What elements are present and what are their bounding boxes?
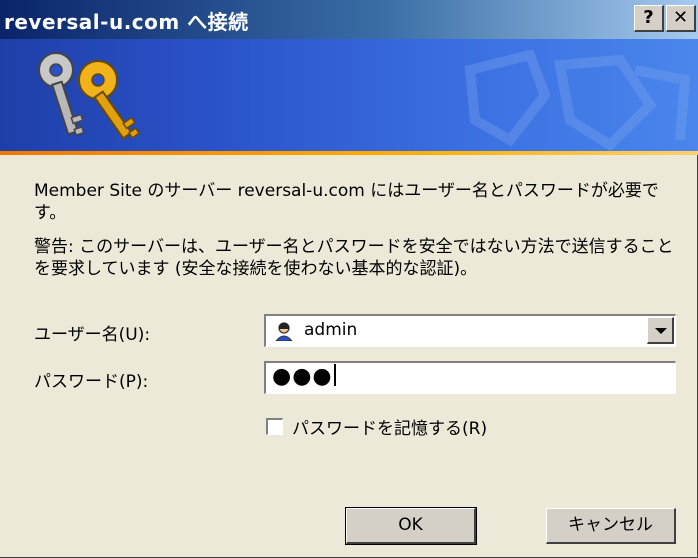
text-caret: [333, 364, 336, 386]
login-dialog: reversal-u.com へ接続 ? ✕ Member Site のサーバー…: [0, 0, 698, 558]
close-button[interactable]: ✕: [666, 5, 696, 32]
window-title: reversal-u.com へ接続: [4, 10, 249, 34]
remember-password-checkbox[interactable]: [266, 418, 283, 435]
title-bar[interactable]: reversal-u.com へ接続 ? ✕: [0, 0, 698, 39]
banner-accent-line: [0, 151, 698, 155]
username-value: admin: [304, 320, 358, 340]
security-warning: 警告: このサーバーは、ユーザー名とパスワードを安全ではない方法で送信することを…: [34, 237, 674, 279]
username-combobox[interactable]: admin: [264, 314, 676, 347]
password-label: パスワード(P):: [34, 372, 149, 392]
keys-icon: [38, 52, 141, 140]
help-button[interactable]: ?: [634, 5, 664, 32]
cancel-button[interactable]: キャンセル: [546, 508, 676, 544]
chevron-down-icon[interactable]: [647, 317, 674, 344]
ok-button[interactable]: OK: [345, 507, 477, 545]
decorative-logo-icon: [464, 50, 690, 150]
password-mask: ●●●: [272, 364, 333, 389]
password-field[interactable]: ●●●: [264, 361, 676, 394]
user-icon: [274, 321, 294, 341]
username-label: ユーザー名(U):: [34, 325, 151, 345]
server-message: Member Site のサーバー reversal-u.com にはユーザー名…: [34, 181, 659, 223]
remember-password-label[interactable]: パスワードを記憶する(R): [292, 414, 487, 439]
